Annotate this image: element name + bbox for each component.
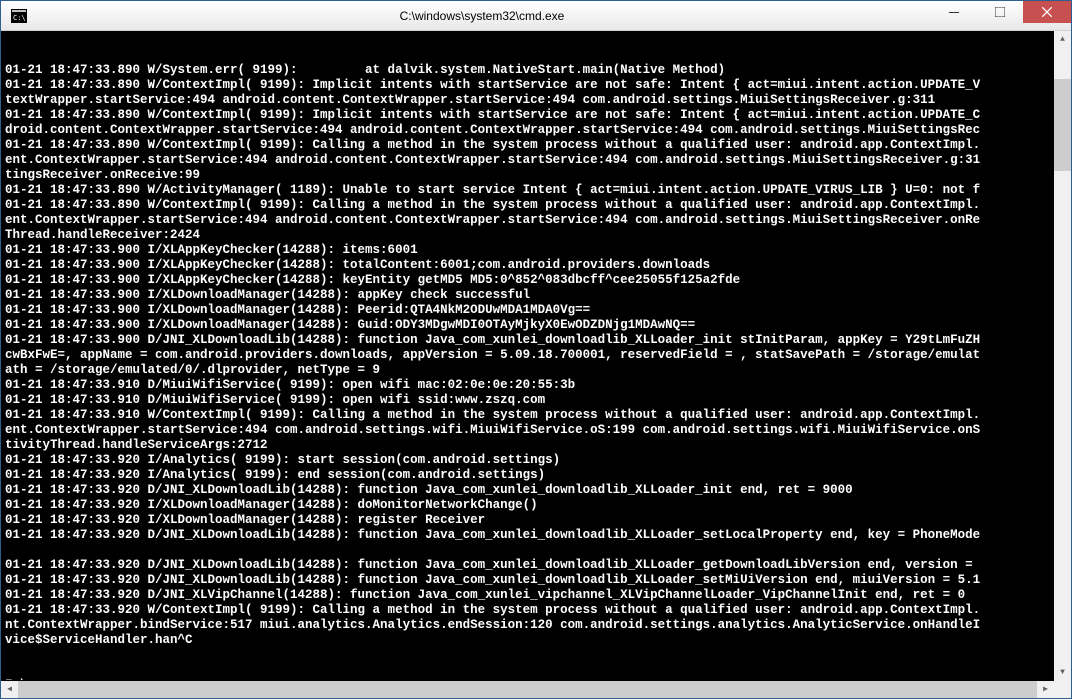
log-line: 01-21 18:47:33.900 I/XLDownloadManager(1… — [5, 303, 1053, 318]
log-line: 01-21 18:47:33.910 D/MiuiWifiService( 91… — [5, 378, 1053, 393]
log-line — [5, 543, 1053, 558]
log-line: 01-21 18:47:33.920 I/XLDownloadManager(1… — [5, 513, 1053, 528]
log-line: 01-21 18:47:33.890 W/System.err( 9199): … — [5, 63, 1053, 78]
log-line: 01-21 18:47:33.900 I/XLAppKeyChecker(142… — [5, 243, 1053, 258]
maximize-button[interactable] — [977, 1, 1023, 23]
log-line: 01-21 18:47:33.920 D/JNI_XLDownloadLib(1… — [5, 528, 1053, 543]
scroll-right-button[interactable]: ▶ — [1037, 681, 1054, 698]
log-line: 01-21 18:47:33.920 D/JNI_XLDownloadLib(1… — [5, 573, 1053, 588]
vertical-scroll-thumb[interactable] — [1054, 79, 1071, 171]
log-line: ent.ContextWrapper.startService:494 andr… — [5, 213, 1053, 228]
log-line: 01-21 18:47:33.920 I/Analytics( 9199): s… — [5, 453, 1053, 468]
log-line: ath = /storage/emulated/0/.dlprovider, n… — [5, 363, 1053, 378]
vertical-scrollbar[interactable]: ▲ ▼ — [1054, 31, 1071, 681]
log-line: 01-21 18:47:33.890 W/ContextImpl( 9199):… — [5, 78, 1053, 93]
horizontal-scroll-track[interactable] — [18, 681, 1037, 698]
log-line: ent.ContextWrapper.startService:494 com.… — [5, 423, 1053, 438]
log-line: tingsReceiver.onReceive:99 — [5, 168, 1053, 183]
log-line: 01-21 18:47:33.920 D/JNI_XLDownloadLib(1… — [5, 558, 1053, 573]
log-line: 01-21 18:47:33.900 I/XLAppKeyChecker(142… — [5, 273, 1053, 288]
log-line: ent.ContextWrapper.startService:494 andr… — [5, 153, 1053, 168]
log-line: 01-21 18:47:33.920 D/JNI_XLDownloadLib(1… — [5, 483, 1053, 498]
scroll-corner — [1054, 681, 1071, 698]
prompt: F:\> — [5, 678, 35, 680]
log-line: textWrapper.startService:494 android.con… — [5, 93, 1053, 108]
log-line: 01-21 18:47:33.890 W/ContextImpl( 9199):… — [5, 138, 1053, 153]
titlebar: C:\ C:\windows\system32\cmd.exe — [1, 1, 1071, 31]
log-line: 01-21 18:47:33.900 I/XLDownloadManager(1… — [5, 288, 1053, 303]
horizontal-scroll-thumb[interactable] — [18, 681, 1037, 698]
prompt-line: F:\> — [5, 678, 1053, 680]
scroll-down-button[interactable]: ▼ — [1054, 664, 1071, 681]
console-area[interactable]: 01-21 18:47:33.890 W/System.err( 9199): … — [1, 31, 1071, 698]
log-line: 01-21 18:47:33.920 I/Analytics( 9199): e… — [5, 468, 1053, 483]
log-line: vice$ServiceHandler.han^C — [5, 633, 1053, 648]
horizontal-scrollbar[interactable]: ◀ ▶ — [1, 681, 1054, 698]
log-line: 01-21 18:47:33.890 W/ContextImpl( 9199):… — [5, 108, 1053, 123]
log-line: tivityThread.handleServiceArgs:2712 — [5, 438, 1053, 453]
close-button[interactable] — [1023, 1, 1071, 23]
cmd-window: C:\ C:\windows\system32\cmd.exe 01-21 18… — [0, 0, 1072, 699]
window-controls — [931, 1, 1071, 30]
console-content: 01-21 18:47:33.890 W/System.err( 9199): … — [5, 33, 1053, 680]
window-title: C:\windows\system32\cmd.exe — [33, 9, 931, 23]
log-line: 01-21 18:47:33.890 W/ContextImpl( 9199):… — [5, 198, 1053, 213]
log-line: 01-21 18:47:33.910 W/ContextImpl( 9199):… — [5, 408, 1053, 423]
log-line: Thread.handleReceiver:2424 — [5, 228, 1053, 243]
log-line: droid.content.ContextWrapper.startServic… — [5, 123, 1053, 138]
log-line: 01-21 18:47:33.920 W/ContextImpl( 9199):… — [5, 603, 1053, 618]
log-line: cwBxFwE=, appName = com.android.provider… — [5, 348, 1053, 363]
log-line: 01-21 18:47:33.900 I/XLAppKeyChecker(142… — [5, 258, 1053, 273]
log-line: 01-21 18:47:33.890 W/ActivityManager( 11… — [5, 183, 1053, 198]
log-line: 01-21 18:47:33.910 D/MiuiWifiService( 91… — [5, 393, 1053, 408]
scroll-left-button[interactable]: ◀ — [1, 681, 18, 698]
scroll-up-button[interactable]: ▲ — [1054, 31, 1071, 48]
log-line: 01-21 18:47:33.920 I/XLDownloadManager(1… — [5, 498, 1053, 513]
log-line: nt.ContextWrapper.bindService:517 miui.a… — [5, 618, 1053, 633]
log-line: 01-21 18:47:33.900 I/XLDownloadManager(1… — [5, 318, 1053, 333]
log-line: 01-21 18:47:33.900 D/JNI_XLDownloadLib(1… — [5, 333, 1053, 348]
minimize-button[interactable] — [931, 1, 977, 23]
vertical-scroll-track[interactable] — [1054, 48, 1071, 664]
svg-text:C:\: C:\ — [13, 14, 26, 22]
app-icon: C:\ — [5, 5, 33, 27]
log-line: 01-21 18:47:33.920 D/JNI_XLVipChannel(14… — [5, 588, 1053, 603]
